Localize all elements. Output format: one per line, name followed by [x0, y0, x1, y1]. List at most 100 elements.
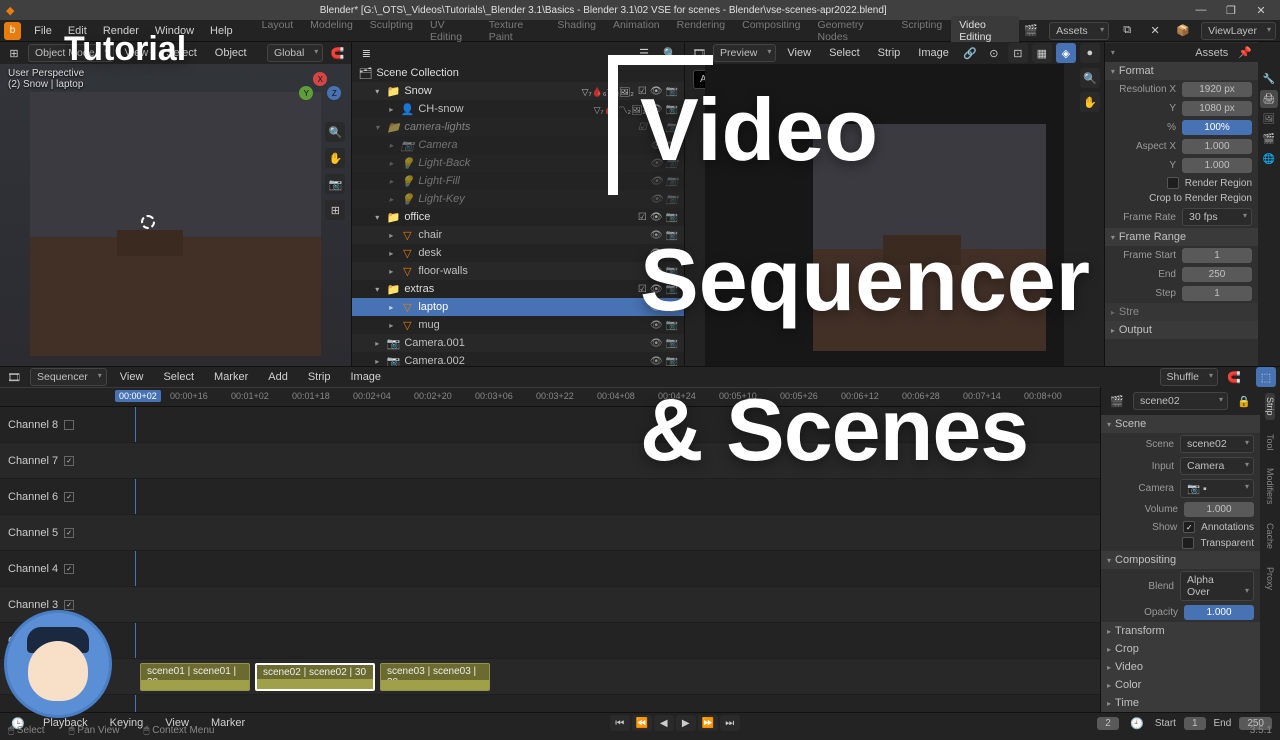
annotations-check[interactable]	[1183, 521, 1195, 533]
menu-render[interactable]: Render	[96, 22, 146, 40]
workspace-tab[interactable]: Rendering	[669, 16, 733, 46]
outliner-row[interactable]: ▾📁office☑👁📷	[352, 208, 684, 226]
panel-scene[interactable]: Scene	[1101, 415, 1260, 433]
menu-edit[interactable]: Edit	[61, 22, 94, 40]
seq-image[interactable]: Image	[343, 368, 388, 386]
sequence-strip[interactable]: scene01 | scene01 | 30	[140, 663, 250, 691]
panel-transform[interactable]: Transform	[1101, 622, 1260, 640]
tab-cache[interactable]: Cache	[1265, 519, 1275, 553]
scene-icon[interactable]: 🎬	[1021, 21, 1041, 41]
workspace-tab[interactable]: Texture Paint	[481, 16, 549, 46]
panel-time[interactable]: Time	[1101, 694, 1260, 712]
jump-end-icon[interactable]: ⏭	[720, 715, 740, 731]
preview-select[interactable]: Select	[822, 44, 867, 62]
prev-key-icon[interactable]: ⏪	[632, 715, 652, 731]
orientation-dropdown[interactable]: Global	[267, 44, 323, 62]
channel-row[interactable]: Channel 6✓	[0, 479, 1100, 515]
copy-icon[interactable]: ⧉	[1117, 21, 1137, 41]
blender-logo-icon[interactable]: b	[4, 22, 21, 40]
play-rev-icon[interactable]: ◀	[654, 715, 674, 731]
sequence-strip[interactable]: scene03 | scene03 | 30	[380, 663, 490, 691]
seq-view[interactable]: View	[113, 368, 151, 386]
blend-mode[interactable]: Alpha Over	[1180, 571, 1254, 601]
outliner-row[interactable]: ▸▽floor-walls👁📷	[352, 262, 684, 280]
seq-strip[interactable]: Strip	[301, 368, 338, 386]
tab-tool-icon[interactable]: 🔧	[1260, 70, 1278, 88]
tab-strip[interactable]: Strip	[1265, 393, 1275, 420]
workspace-tab[interactable]: Modeling	[302, 16, 361, 46]
preview-range-icon[interactable]: 🕘	[1127, 713, 1147, 733]
close-icon[interactable]: ✕	[1248, 4, 1274, 17]
strip-volume[interactable]: 1.000	[1184, 502, 1254, 517]
channel-row[interactable]: Channel 5✓	[0, 515, 1100, 551]
panel-stretch[interactable]: Stre	[1105, 303, 1258, 321]
frame-icon[interactable]: ▦	[1032, 43, 1052, 63]
hand-icon[interactable]: ✋	[1080, 92, 1100, 112]
snap-icon[interactable]: 🧲	[327, 43, 347, 63]
lock-icon[interactable]: 🔒	[1234, 391, 1254, 411]
preview-image[interactable]: Image	[911, 44, 956, 62]
workspace-tab[interactable]: Animation	[605, 16, 668, 46]
frame-step[interactable]: 1	[1182, 286, 1252, 301]
viewport-3d[interactable]: ⊞ Object Mode View Select Object Global …	[0, 42, 352, 366]
pin-icon[interactable]: 📌	[1238, 46, 1252, 59]
jump-start-icon[interactable]: ⏮	[610, 715, 630, 731]
framerate-dropdown[interactable]: 30 fps	[1182, 208, 1252, 226]
seq-add[interactable]: Add	[261, 368, 295, 386]
play-icon[interactable]: ▶	[676, 715, 696, 731]
preview-mode[interactable]: Preview	[713, 44, 776, 62]
workspace-tab[interactable]: Layout	[254, 16, 302, 46]
outliner-row[interactable]: ▸📷Camera.001👁📷	[352, 334, 684, 352]
viewlayer-icon[interactable]: 📦	[1173, 21, 1193, 41]
panel-crop[interactable]: Crop	[1101, 640, 1260, 658]
sequence-strip[interactable]: scene02 | scene02 | 30	[255, 663, 375, 691]
channel-area[interactable]: Channel 8Channel 7✓Channel 6✓Channel 5✓C…	[0, 407, 1100, 712]
outliner-row[interactable]: ▸▽desk👁📷	[352, 244, 684, 262]
assets-dropdown[interactable]: Assets	[1049, 22, 1109, 40]
frame-end[interactable]: 250	[1182, 267, 1252, 282]
channel-row[interactable]: Channel 3✓	[0, 587, 1100, 623]
editor-type-icon[interactable]: 🎞	[4, 367, 24, 387]
resolution-y[interactable]: 1080 px	[1182, 101, 1252, 116]
panel-compositing[interactable]: Compositing	[1101, 551, 1260, 569]
channel-row[interactable]: Channel 2	[0, 623, 1100, 659]
aspect-y[interactable]: 1.000	[1182, 158, 1252, 173]
minimize-icon[interactable]: —	[1188, 4, 1214, 17]
menu-help[interactable]: Help	[203, 22, 240, 40]
zoom-icon[interactable]: 🔍	[325, 122, 345, 142]
time-ruler[interactable]: 00:00+02 00:00+1600:01+0200:01+1800:02+0…	[0, 387, 1100, 407]
outliner-row[interactable]: ▸▽laptop👁📷	[352, 298, 684, 316]
show-overlays-icon[interactable]: ⬚	[1256, 367, 1276, 387]
tab-tool[interactable]: Tool	[1265, 430, 1275, 455]
aspect-x[interactable]: 1.000	[1182, 139, 1252, 154]
playhead-label[interactable]: 00:00+02	[115, 390, 161, 402]
opacity-val[interactable]: 1.000	[1184, 605, 1254, 620]
workspace-tab[interactable]: Compositing	[734, 16, 808, 46]
tab-modifiers[interactable]: Modifiers	[1265, 464, 1275, 509]
perspective-icon[interactable]: ⊞	[325, 200, 345, 220]
snap-icon[interactable]: 🧲	[1224, 367, 1244, 387]
strip-camera[interactable]: 📷 ▪	[1180, 479, 1254, 498]
outliner-row[interactable]: ▸📷Camera.002👁📷	[352, 352, 684, 366]
overlays-icon[interactable]: ⊡	[1008, 43, 1028, 63]
editor-type-icon[interactable]: ≣	[356, 43, 376, 63]
camera-icon[interactable]: 📷	[325, 174, 345, 194]
sequencer-mode[interactable]: Sequencer	[30, 368, 107, 386]
outliner-row[interactable]: ▾📁extras☑👁📷	[352, 280, 684, 298]
overlap-mode[interactable]: Shuffle	[1160, 368, 1219, 386]
workspace-tab[interactable]: UV Editing	[422, 16, 480, 46]
editor-type-icon[interactable]: ⊞	[4, 43, 24, 63]
shading-icon[interactable]: ●	[1080, 43, 1100, 63]
resolution-pct[interactable]: 100%	[1182, 120, 1252, 135]
render-region-check[interactable]	[1167, 177, 1179, 189]
tab-viewlayer-icon[interactable]: 🖼	[1260, 110, 1278, 128]
preview-strip[interactable]: Strip	[871, 44, 908, 62]
workspace-tab[interactable]: Shading	[549, 16, 604, 46]
preview-view[interactable]: View	[780, 44, 818, 62]
channel-row[interactable]: Channel 8	[0, 407, 1100, 443]
resolution-x[interactable]: 1920 px	[1182, 82, 1252, 97]
tab-world-icon[interactable]: 🌐	[1260, 150, 1278, 168]
panel-color[interactable]: Color	[1101, 676, 1260, 694]
preview-viewport[interactable]	[705, 64, 1064, 366]
mode-dropdown[interactable]: Object Mode	[28, 44, 114, 62]
